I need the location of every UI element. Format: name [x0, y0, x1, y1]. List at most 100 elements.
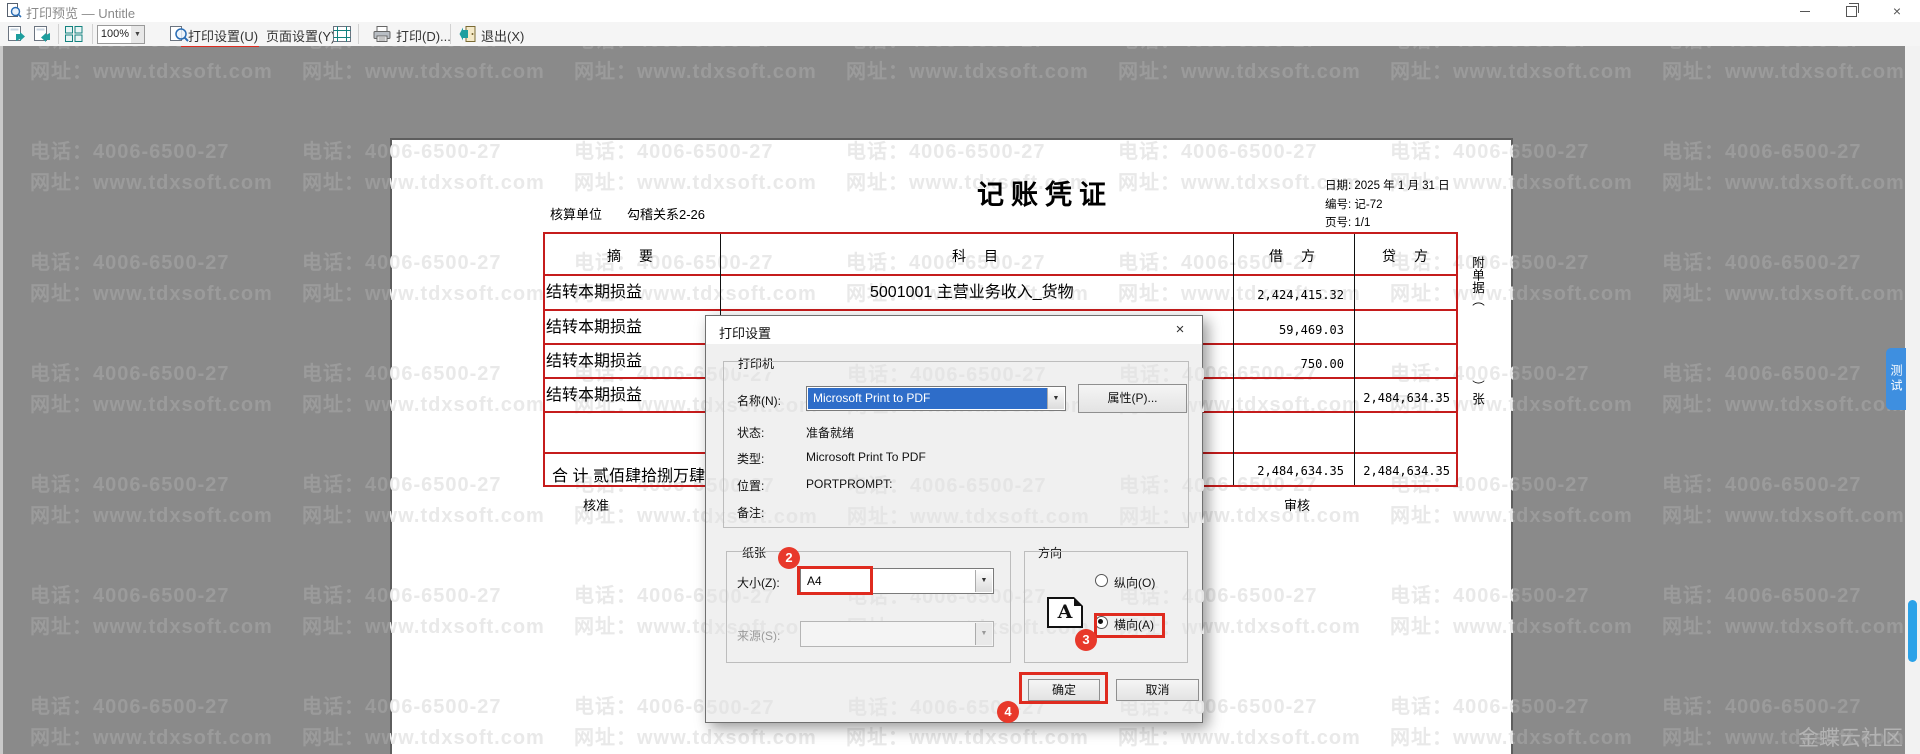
close-icon: ×	[1893, 3, 1901, 19]
annotation-step-3: 3	[1075, 629, 1097, 651]
first-page-icon[interactable]	[6, 25, 26, 43]
watermark-tile: 电话：4006-6500-27网址：www.tdxsoft.com	[30, 470, 273, 532]
toolbar-separator	[358, 24, 359, 44]
toolbar-separator	[450, 24, 451, 44]
unit-value: 勾稽关系2-26	[627, 204, 705, 223]
toolbar: 电话：4006-6500-27网址：www.tdxsoft.com电话：4006…	[0, 22, 1920, 46]
watermark-tile: 电话：4006-6500-27网址：www.tdxsoft.com	[30, 137, 273, 199]
landscape-page-icon: A	[1047, 597, 1083, 628]
last-page-icon[interactable]	[32, 25, 52, 43]
watermark-tile: 电话：4006-6500-27网址：www.tdxsoft.com	[1118, 46, 1361, 88]
print-setup-dialog: 电话：4006-6500-27网址：www.tdxsoft.com电话：4006…	[705, 315, 1203, 723]
zoom-level-input[interactable]: 100%	[97, 25, 133, 44]
table-header-cell: 摘 要	[607, 246, 655, 266]
printer-type-label: 类型:	[737, 450, 764, 467]
window-title: 打印预览 — Untitle	[26, 3, 135, 22]
footer-review-label: 审核	[1284, 495, 1310, 514]
print-button[interactable]: 打印(D)...	[396, 26, 451, 45]
voucher-page-number: 页号: 1/1	[1325, 214, 1370, 230]
cell-debit: 59,469.03	[1237, 323, 1344, 337]
exit-icon[interactable]	[458, 25, 478, 43]
table-column-separator	[1233, 234, 1234, 485]
voucher-number: 编号: 记-72	[1325, 196, 1383, 212]
printer-comment-label: 备注:	[737, 504, 764, 521]
dialog-close-button[interactable]: ×	[1168, 321, 1192, 339]
watermark-tile: 电话：4006-6500-27网址：www.tdxsoft.com	[30, 359, 273, 421]
cell-total-debit: 2,484,634.35	[1237, 464, 1344, 478]
page-setup-button[interactable]: 页面设置(Y)	[266, 26, 335, 45]
cell-debit: 750.00	[1237, 357, 1344, 371]
printer-name-value: Microsoft Print to PDF	[808, 388, 1047, 409]
printer-name-select[interactable]: Microsoft Print to PDF ▼	[806, 386, 1066, 411]
chevron-down-icon[interactable]: ▼	[1047, 388, 1064, 409]
printer-icon[interactable]	[372, 25, 392, 43]
printer-location-label: 位置:	[737, 477, 764, 494]
window-left-edge	[0, 22, 3, 754]
watermark-tile: 电话：4006-6500-27网址：www.tdxsoft.com	[1662, 137, 1905, 199]
minimize-icon	[1800, 11, 1810, 12]
cell-summary: 结转本期损益	[546, 313, 642, 337]
table-header-cell: 贷 方	[1382, 246, 1430, 266]
feedback-side-tab[interactable]: 测试	[1886, 348, 1906, 410]
community-watermark: 金蝶云社区	[1798, 722, 1903, 752]
toolbar-separator	[58, 24, 59, 44]
annotation-box-ok	[1019, 672, 1108, 704]
cell-total-label: 合 计	[552, 462, 588, 486]
window-titlebar: 打印预览 — Untitle ×	[0, 0, 1920, 22]
scrollbar-thumb[interactable]	[1908, 600, 1917, 662]
paper-source-select: ▼	[800, 621, 994, 647]
dialog-titlebar[interactable]	[706, 316, 1202, 344]
table-row-separator	[545, 274, 1456, 276]
printer-name-label: 名称(N):	[737, 392, 781, 409]
watermark-tile: 电话：4006-6500-27网址：www.tdxsoft.com	[1662, 581, 1905, 643]
app-preview-icon	[6, 3, 22, 19]
chevron-down-icon: ▼	[975, 623, 992, 645]
portrait-label: 纵向(O)	[1114, 574, 1155, 591]
zoom-preview-icon[interactable]	[168, 25, 190, 44]
cell-debit: 2,424,415.32	[1237, 288, 1344, 302]
watermark-tile: 电话：4006-6500-27网址：www.tdxsoft.com	[30, 581, 273, 643]
zoom-dropdown-button[interactable]: ▼	[131, 25, 145, 44]
printer-properties-button[interactable]: 属性(P)...	[1078, 384, 1187, 413]
annotation-step-2: 2	[778, 547, 800, 569]
minimize-button[interactable]	[1782, 0, 1828, 22]
printer-location-value: PORTPROMPT:	[806, 477, 892, 491]
watermark-tile: 电话：4006-6500-27网址：www.tdxsoft.com	[302, 46, 545, 88]
footer-approve-label: 核准	[583, 495, 609, 514]
watermark-tile: 电话：4006-6500-27网址：www.tdxsoft.com	[1662, 248, 1905, 310]
voucher-title: 记账凭证	[977, 173, 1113, 212]
restore-button[interactable]	[1828, 0, 1874, 22]
watermark-tile: 电话：4006-6500-27网址：www.tdxsoft.com	[30, 46, 273, 88]
unit-label: 核算单位	[550, 204, 602, 223]
dialog-title: 打印设置	[719, 323, 771, 342]
watermark-tile: 电话：4006-6500-27网址：www.tdxsoft.com	[30, 692, 273, 754]
print-settings-button[interactable]: 打印设置(U)	[188, 26, 258, 45]
watermark-tile: 电话：4006-6500-27网址：www.tdxsoft.com	[30, 248, 273, 310]
table-header-cell: 科 目	[952, 246, 1000, 266]
toolbar-separator	[92, 24, 93, 44]
attachment-note-bottom: ）张	[1468, 380, 1487, 405]
cell-total-chinese: 贰佰肆拾捌万肆仟	[593, 462, 721, 486]
page-margins-icon[interactable]	[332, 25, 352, 43]
portrait-radio[interactable]	[1095, 574, 1108, 587]
cell-summary: 结转本期损益	[546, 278, 642, 302]
annotation-box-landscape	[1094, 613, 1165, 638]
cell-summary: 结转本期损益	[546, 381, 642, 405]
restore-icon	[1846, 6, 1857, 17]
paper-size-label: 大小(Z):	[737, 574, 780, 591]
watermark-tile: 电话：4006-6500-27网址：www.tdxsoft.com	[846, 46, 1089, 88]
close-button[interactable]: ×	[1874, 0, 1920, 22]
table-column-separator	[1354, 234, 1355, 485]
cancel-button[interactable]: 取消	[1116, 679, 1199, 701]
table-header-cell: 借 方	[1269, 246, 1317, 266]
watermark-tile: 电话：4006-6500-27网址：www.tdxsoft.com	[1662, 359, 1905, 421]
annotation-box-paper-size	[797, 566, 873, 595]
cell-account: 5001001 主营业务收入_货物	[870, 278, 1074, 302]
exit-button[interactable]: 退出(X)	[481, 26, 524, 45]
watermark-tile: 电话：4006-6500-27网址：www.tdxsoft.com	[574, 46, 817, 88]
chevron-down-icon[interactable]: ▼	[975, 570, 992, 592]
cell-summary: 结转本期损益	[546, 347, 642, 371]
printer-status-value: 准备就绪	[806, 424, 854, 441]
annotation-step-4: 4	[997, 701, 1019, 723]
multi-page-view-icon[interactable]	[64, 25, 84, 43]
